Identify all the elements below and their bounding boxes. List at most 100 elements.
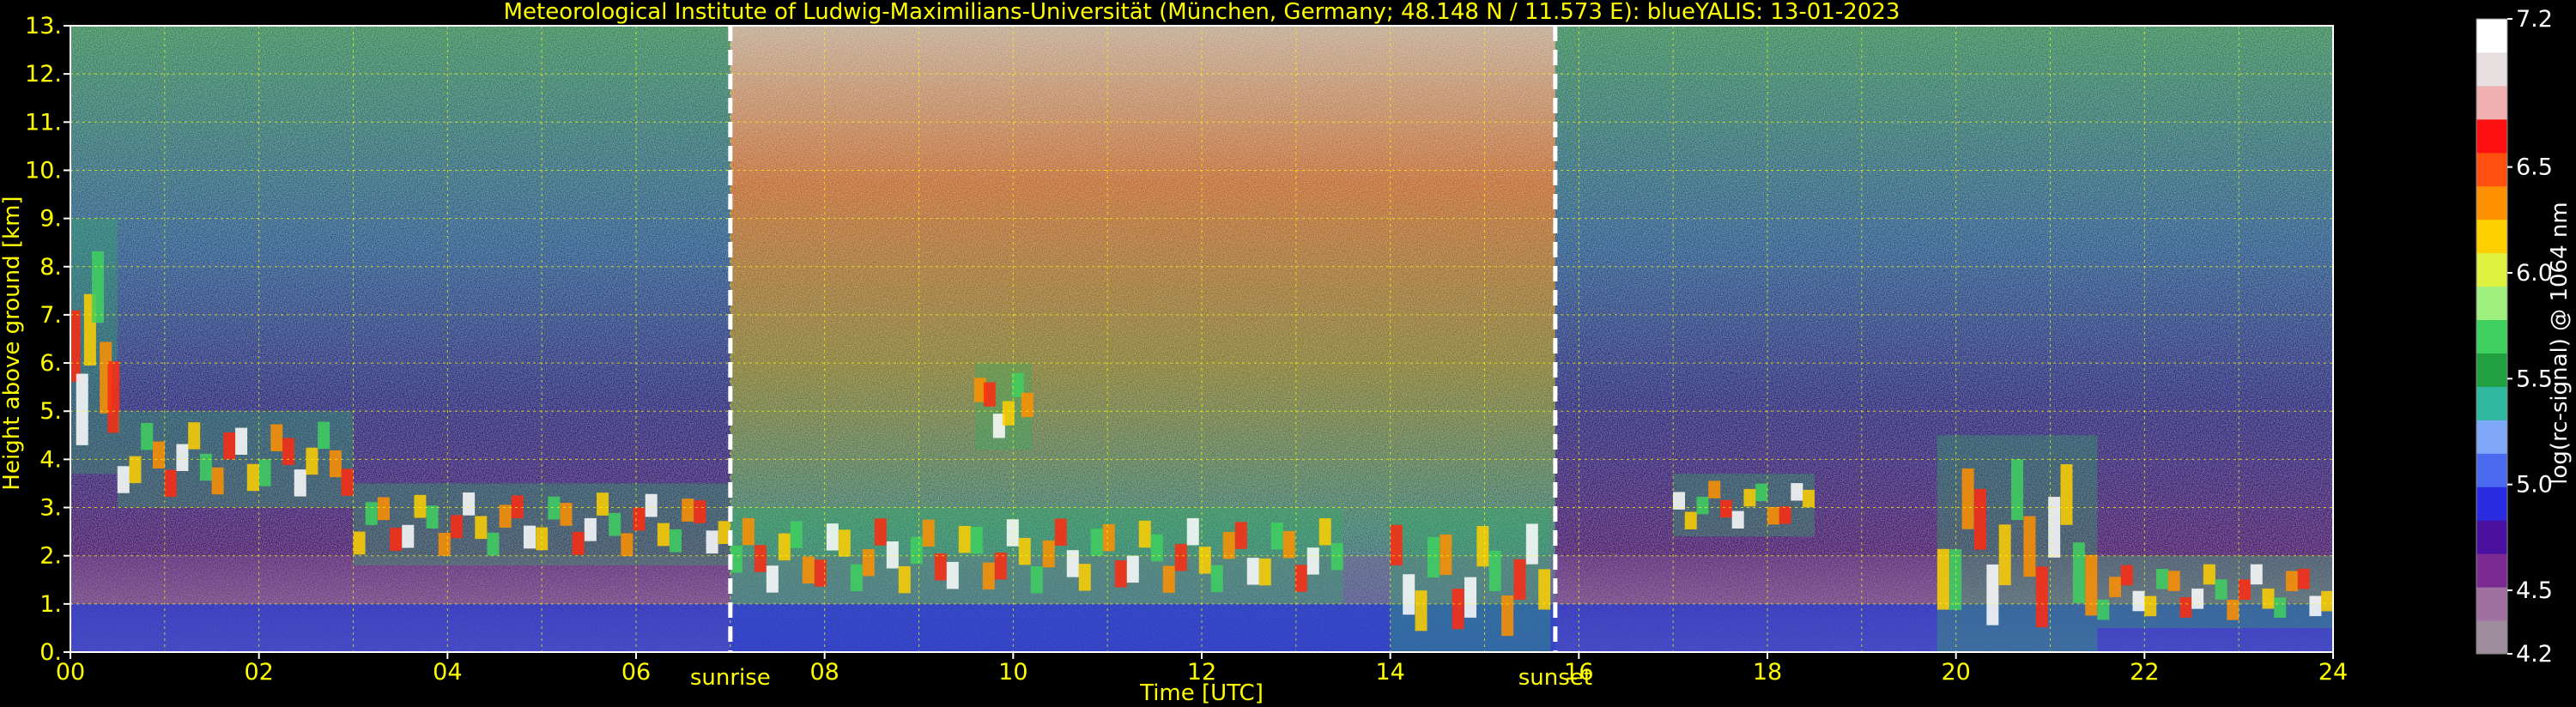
y-tick-label: 0. bbox=[39, 639, 62, 666]
colorbar-tick-label: 6.5 bbox=[2516, 154, 2553, 181]
colorbar-segment bbox=[2476, 386, 2507, 420]
cloud-segment bbox=[609, 512, 621, 536]
cloud-segment bbox=[211, 467, 224, 495]
cloud-segment bbox=[1791, 483, 1803, 501]
cloud-segment bbox=[2023, 516, 2036, 577]
cloud-segment bbox=[1002, 401, 1015, 426]
colorbar-segment bbox=[2476, 420, 2507, 454]
cloud-segment bbox=[365, 502, 378, 525]
backscatter-field bbox=[70, 26, 2333, 652]
colorbar-tick-label: 4.2 bbox=[2516, 641, 2553, 668]
cloud-segment bbox=[1696, 496, 1709, 515]
x-tick-label: 24 bbox=[2318, 659, 2348, 686]
colorbar-segment bbox=[2476, 51, 2507, 87]
cloud-segment bbox=[1390, 524, 1403, 565]
y-tick-label: 13. bbox=[25, 13, 62, 39]
cloud-segment bbox=[1755, 483, 1768, 502]
cloud-segment bbox=[2239, 579, 2252, 600]
cloud-segment bbox=[353, 531, 366, 555]
x-tick-label: 16 bbox=[1564, 659, 1593, 686]
cloud-segment bbox=[694, 500, 706, 523]
cloud-segment bbox=[1961, 468, 1974, 529]
sunrise-label: sunrise bbox=[690, 665, 771, 691]
cloud-segment bbox=[141, 422, 154, 450]
cloud-segment bbox=[438, 533, 451, 556]
cloud-segment bbox=[414, 494, 427, 518]
colorbar-segment bbox=[2476, 286, 2507, 321]
colorbar-segment bbox=[2476, 486, 2507, 521]
y-tick-label: 7. bbox=[39, 302, 62, 329]
x-tick-label: 18 bbox=[1753, 659, 1782, 686]
cloud-segment bbox=[2167, 571, 2180, 591]
cloud-segment bbox=[1234, 522, 1247, 549]
cloud-segment bbox=[258, 459, 271, 486]
cloud-segment bbox=[246, 463, 259, 492]
x-tick-label: 22 bbox=[2130, 659, 2159, 686]
cloud-segment bbox=[1684, 511, 1697, 529]
cloud-segment bbox=[2285, 571, 2298, 591]
cloud-segment bbox=[1488, 550, 1501, 591]
cloud-segment bbox=[1452, 589, 1464, 630]
cloud-segment bbox=[1066, 550, 1079, 577]
cloud-segment bbox=[1102, 523, 1115, 552]
colorbar-segment bbox=[2476, 219, 2507, 254]
cloud-segment bbox=[850, 564, 863, 592]
cloud-segment bbox=[1476, 526, 1489, 567]
colorbar-segment bbox=[2476, 319, 2507, 354]
cloud-segment bbox=[1078, 564, 1091, 591]
cloud-segment bbox=[874, 518, 887, 546]
cloud-segment bbox=[1719, 499, 1732, 518]
cloud-segment bbox=[934, 553, 947, 581]
cloud-segment bbox=[838, 529, 851, 557]
cloud-segment bbox=[2179, 597, 2192, 618]
cloud-segment bbox=[129, 456, 142, 484]
cloud-segment bbox=[621, 533, 633, 557]
y-tick-label: 2. bbox=[39, 543, 62, 570]
cloud-segment bbox=[1525, 523, 1538, 565]
colorbar-segment bbox=[2476, 85, 2507, 120]
cloud-segment bbox=[1186, 517, 1199, 546]
cloud-segment bbox=[754, 545, 767, 572]
cloud-segment bbox=[2262, 588, 2275, 609]
cloud-segment bbox=[633, 507, 646, 531]
y-tick-label: 6. bbox=[39, 350, 62, 377]
cloud-segment bbox=[199, 453, 212, 481]
lidar-quicklook-chart: sunrise sunset 00 02 04 06 08 10 12 14 16 18 20 22 24… bbox=[0, 0, 2573, 706]
cloud-segment bbox=[377, 497, 390, 521]
cloud-segment bbox=[2274, 597, 2287, 618]
cloud-segment bbox=[1282, 530, 1295, 559]
cloud-segment bbox=[463, 492, 476, 516]
cloud-segment bbox=[910, 536, 923, 565]
cloud-segment bbox=[2227, 600, 2240, 620]
cloud-segment bbox=[790, 521, 803, 548]
cloud-segment bbox=[1708, 480, 1721, 499]
cloud-segment bbox=[1246, 558, 1259, 585]
cloud-segment bbox=[152, 441, 165, 468]
y-axis-label: Height above ground [km] bbox=[0, 196, 25, 490]
cloud-segment bbox=[1222, 531, 1235, 559]
cloud-segment bbox=[1973, 488, 1986, 550]
cloud-segment bbox=[426, 505, 439, 529]
cloud-segment bbox=[657, 523, 670, 547]
cloud-segment bbox=[584, 517, 597, 541]
cloud-segment bbox=[2203, 564, 2215, 585]
cloud-segment bbox=[1210, 565, 1223, 593]
cloud-segment bbox=[1673, 492, 1686, 510]
cloud-segment bbox=[1318, 518, 1331, 546]
colorbar-segment bbox=[2476, 587, 2507, 621]
cloud-segment bbox=[1018, 537, 1031, 565]
cloud-segment bbox=[164, 469, 177, 498]
colorbar-segment bbox=[2476, 553, 2507, 588]
x-tick-label: 08 bbox=[809, 659, 839, 686]
y-tick-label: 1. bbox=[39, 591, 62, 618]
colorbar-label: log(rc-signal) @ 1064 nm bbox=[2547, 202, 2573, 484]
cloud-segment bbox=[1403, 574, 1415, 615]
cloud-segment bbox=[922, 519, 935, 547]
cloud-segment bbox=[1501, 595, 1514, 637]
cloud-segment bbox=[597, 492, 609, 516]
cloud-segment bbox=[2191, 589, 2204, 609]
colorbar-segment bbox=[2476, 252, 2507, 287]
cloud-segment bbox=[886, 541, 899, 569]
colorbar: 4.24.55.05.56.06.57.2 bbox=[2476, 6, 2553, 668]
cloud-segment bbox=[176, 444, 189, 471]
